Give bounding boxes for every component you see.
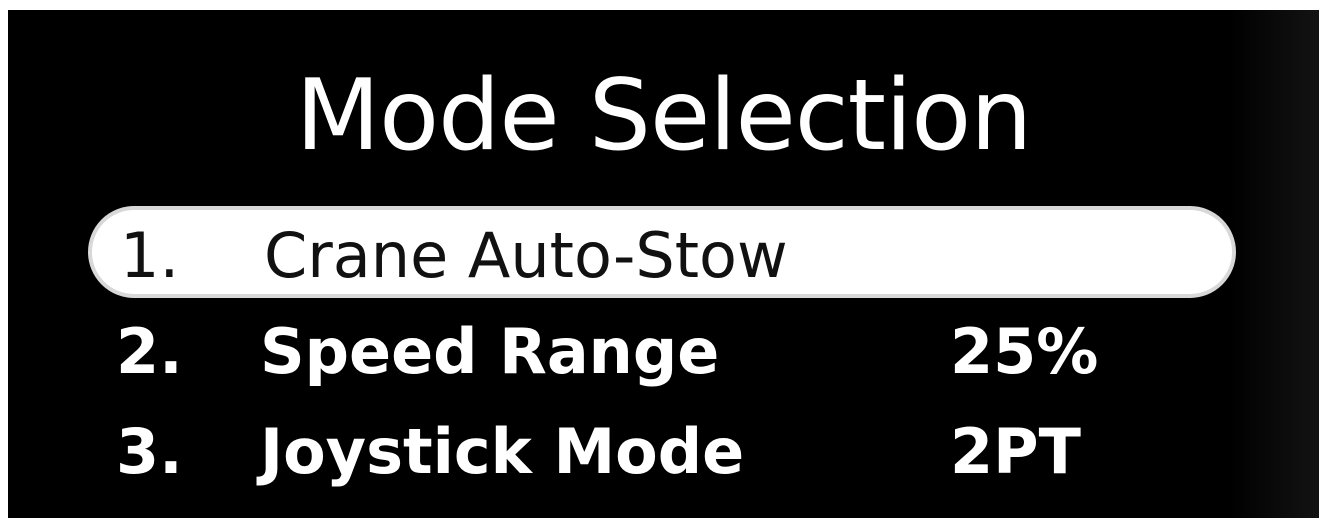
menu-item-joystick-mode[interactable]: 3. Joystick Mode 2PT: [88, 406, 1236, 498]
menu-item-label: Joystick Mode: [260, 415, 745, 488]
display-screen: Mode Selection 1. Crane Auto-Stow 2. Spe…: [8, 10, 1319, 518]
menu-item-label: Speed Range: [260, 315, 720, 388]
menu-item-crane-auto-stow[interactable]: 1. Crane Auto-Stow: [88, 206, 1236, 298]
menu-item-number: 1.: [120, 219, 180, 292]
menu-item-label: Crane Auto-Stow: [264, 219, 788, 292]
display-frame-top: [0, 0, 1319, 10]
menu-item-number: 2.: [116, 315, 183, 388]
screen-title: Mode Selection: [295, 59, 1033, 173]
menu-item-value: 25%: [950, 315, 1099, 388]
menu-item-value: 2PT: [950, 415, 1081, 488]
display-frame-left: [0, 0, 8, 518]
menu-item-number: 3.: [116, 415, 183, 488]
menu-item-speed-range[interactable]: 2. Speed Range 25%: [88, 306, 1236, 398]
